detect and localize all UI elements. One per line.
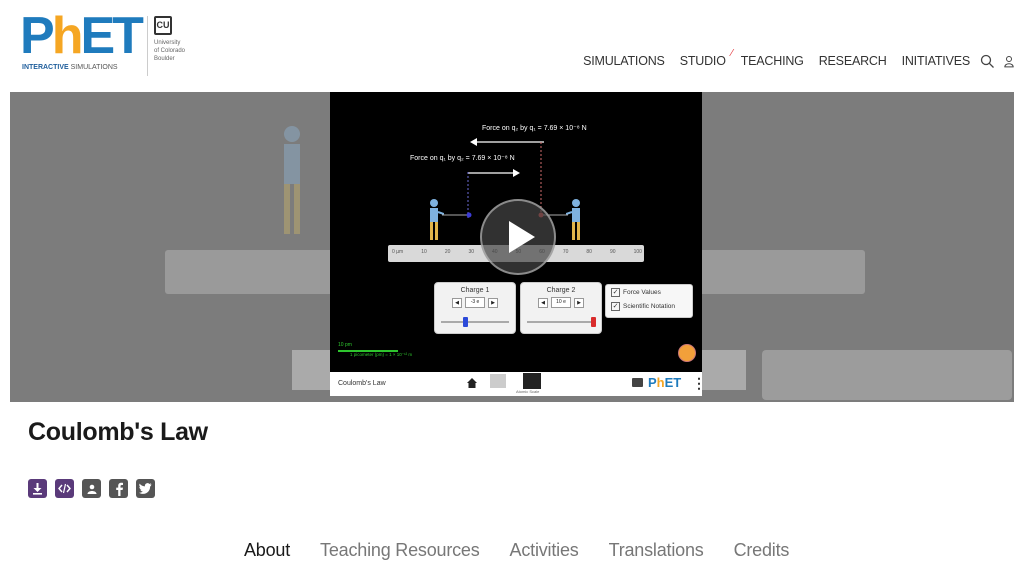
force-label-q2: Force on q₂ by q₁ = 7.69 × 10⁻⁸ N <box>482 125 587 132</box>
tab-translations[interactable]: Translations <box>609 540 704 561</box>
camera-icon[interactable] <box>632 378 643 387</box>
charge2-title: Charge 2 <box>546 287 576 294</box>
cu-boulder-logo[interactable]: CU University of Colorado Boulder <box>147 16 202 76</box>
cu-logo-text: University of Colorado Boulder <box>154 40 186 62</box>
scientific-notation-label: Scientific Notation <box>623 303 676 310</box>
charge1-increment-button[interactable]: ▶ <box>488 297 498 308</box>
force-label-q1: Force on q₁ by q₂ = 7.69 × 10⁻⁸ N <box>410 155 515 162</box>
download-icon[interactable] <box>28 479 47 498</box>
nav-studio-label: STUDIO <box>679 54 726 68</box>
charge2-increment-button[interactable]: ▶ <box>574 297 584 308</box>
left-person-figure <box>430 199 444 240</box>
tab-activities[interactable]: Activities <box>510 540 579 561</box>
scale-label: 10 pm <box>338 342 352 348</box>
charge2-spinner: ◀ 10 e ▶ <box>521 297 601 308</box>
user-icon[interactable] <box>1004 53 1014 69</box>
nav-research[interactable]: RESEARCH <box>819 54 887 68</box>
atomic-scale-label: Atomic Scale <box>516 389 540 394</box>
charge1-value: -3 e <box>465 297 485 308</box>
force-arrow-left <box>470 138 544 146</box>
content-tabs: About Teaching Resources Activities Tran… <box>244 540 819 561</box>
blurred-checkbox-panel <box>762 350 1012 400</box>
page-title: Coulomb's Law <box>28 418 208 446</box>
charge2-value: 10 e <box>551 297 571 308</box>
nav-teaching[interactable]: TEACHING <box>741 54 804 68</box>
scientific-notation-option[interactable]: ✓ Scientific Notation <box>611 302 687 311</box>
reset-all-button[interactable] <box>678 344 696 362</box>
force-values-label: Force Values <box>623 289 661 296</box>
play-icon <box>509 221 535 253</box>
new-sparkle-icon: ⁄ <box>731 48 733 59</box>
charge1-slider-track[interactable] <box>441 321 509 323</box>
play-button[interactable] <box>480 199 556 275</box>
checkbox-checked-icon[interactable]: ✓ <box>611 302 620 311</box>
sim-navigation-bar: Coulomb's Law Atomic Scale PhET ⋮ <box>330 372 702 396</box>
display-options-panel: ✓ Force Values ✓ Scientific Notation <box>605 284 693 318</box>
macro-scale-screen-icon[interactable] <box>490 374 506 388</box>
search-icon[interactable] <box>980 53 996 69</box>
home-icon[interactable] <box>466 377 478 389</box>
force-values-option[interactable]: ✓ Force Values <box>611 288 687 297</box>
atomic-scale-screen-icon[interactable] <box>523 373 541 389</box>
blurred-figure <box>284 126 300 234</box>
phet-logo-tagline: INTERACTIVE SIMULATIONS <box>22 64 118 71</box>
scale-note: 1 picometer (pm) = 1 × 10⁻¹² m <box>350 352 413 357</box>
twitter-icon[interactable] <box>136 479 155 498</box>
charge1-title: Charge 1 <box>460 287 490 294</box>
site-header: PhET INTERACTIVE SIMULATIONS CU Universi… <box>0 0 1014 92</box>
charge2-panel: Charge 2 ◀ 10 e ▶ <box>520 282 602 334</box>
charge1-decrement-button[interactable]: ◀ <box>452 297 462 308</box>
share-toolbar <box>28 479 155 498</box>
phet-logo[interactable]: PhET INTERACTIVE SIMULATIONS <box>20 7 144 74</box>
charge2-decrement-button[interactable]: ◀ <box>538 297 548 308</box>
tab-credits[interactable]: Credits <box>734 540 790 561</box>
charge2-slider-track[interactable] <box>527 321 595 323</box>
checkbox-checked-icon[interactable]: ✓ <box>611 288 620 297</box>
cu-logo-mark: CU <box>154 16 172 35</box>
blurred-panel <box>702 350 746 390</box>
phet-logo-letters: PhET <box>20 7 144 65</box>
simulation-video-player[interactable]: Force on q₂ by q₁ = 7.69 × 10⁻⁸ N Force … <box>330 92 702 396</box>
person-icon[interactable] <box>82 479 101 498</box>
charge1-spinner: ◀ -3 e ▶ <box>435 297 515 308</box>
tab-teaching-resources[interactable]: Teaching Resources <box>320 540 480 561</box>
tab-about[interactable]: About <box>244 540 290 561</box>
right-person-figure <box>566 199 580 240</box>
facebook-icon[interactable] <box>109 479 128 498</box>
left-rope <box>442 212 472 218</box>
charge1-slider-thumb[interactable] <box>463 317 468 327</box>
charge2-slider-thumb[interactable] <box>591 317 596 327</box>
nav-simulations[interactable]: SIMULATIONS <box>583 54 665 68</box>
charge1-panel: Charge 1 ◀ -3 e ▶ <box>434 282 516 334</box>
nav-initiatives[interactable]: INITIATIVES <box>902 54 971 68</box>
phet-menu-logo[interactable]: PhET <box>648 375 681 390</box>
sim-bar-title: Coulomb's Law <box>338 380 386 387</box>
nav-studio[interactable]: STUDIO ⁄ <box>679 48 733 68</box>
force-arrow-right <box>468 169 520 177</box>
embed-icon[interactable] <box>55 479 74 498</box>
more-options-icon[interactable]: ⋮ <box>692 375 702 392</box>
main-nav: SIMULATIONS STUDIO ⁄ TEACHING RESEARCH IN… <box>583 48 1014 70</box>
